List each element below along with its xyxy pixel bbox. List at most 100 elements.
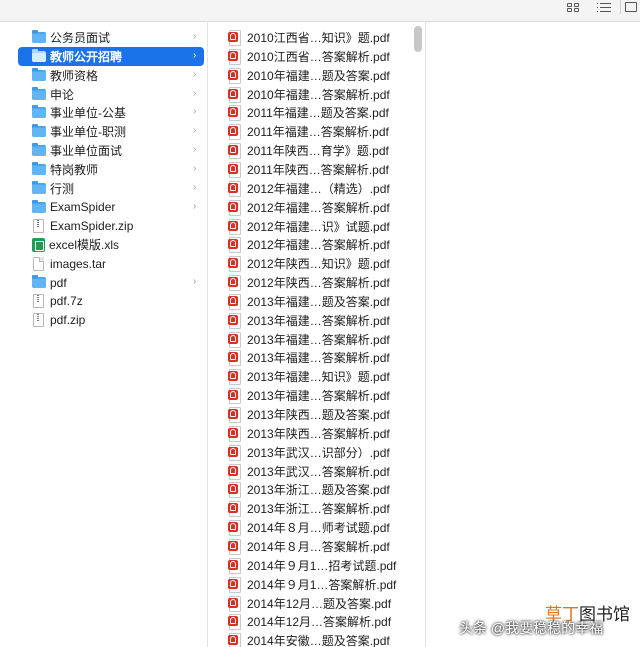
pdf-file-item[interactable]: 2011年福建…答案解析.pdf [228, 122, 418, 141]
pdf-file-item[interactable]: 2013年福建…答案解析.pdf [228, 330, 418, 349]
item-label: ExamSpider.zip [50, 219, 134, 233]
pdf-file-item[interactable]: 2014年９月1…招考试题.pdf [228, 556, 418, 575]
folder-icon [32, 161, 46, 175]
pdf-file-item[interactable]: 2012年陕西…知识》题.pdf [228, 254, 418, 273]
file-item[interactable]: excel模版.xls [18, 235, 204, 254]
archive-icon [33, 313, 44, 328]
chevron-right-icon: › [193, 125, 197, 137]
file-name: 2012年福建…答案解析.pdf [247, 238, 390, 253]
folder-item[interactable]: 申论 › [18, 85, 204, 104]
pdf-file-item[interactable]: 2012年福建…答案解析.pdf [228, 235, 418, 254]
pdf-file-item[interactable]: 2014年８月…答案解析.pdf [228, 537, 418, 556]
item-label: 教师资格 [50, 68, 99, 83]
pdf-file-item[interactable]: 2013年陕西…答案解析.pdf [228, 424, 418, 443]
folder-item[interactable]: 教师公开招聘 › [18, 46, 204, 66]
file-list-scrollbar[interactable] [414, 26, 422, 52]
pdf-icon [228, 388, 241, 405]
pdf-file-item[interactable]: 2013年浙江…题及答案.pdf [228, 480, 418, 499]
folder-item[interactable]: 事业单位-职测 › [18, 122, 204, 141]
pdf-file-item[interactable]: 2014年12月…题及答案.pdf [228, 594, 418, 613]
file-item[interactable]: pdf.7z [18, 292, 204, 311]
folder-item[interactable]: 特岗教师 › [18, 160, 204, 179]
file-name: 2013年福建…题及答案.pdf [247, 294, 390, 309]
folder-item[interactable]: 教师资格 › [18, 66, 204, 85]
pdf-file-item[interactable]: 2013年福建…答案解析.pdf [228, 386, 418, 405]
acrobat-glyph-icon [230, 636, 236, 644]
pdf-file-item[interactable]: 2011年陕西…育学》题.pdf [228, 141, 418, 160]
pdf-file-item[interactable]: 2013年陕西…题及答案.pdf [228, 405, 418, 424]
pdf-icon [228, 105, 241, 122]
pdf-file-item[interactable]: 2013年武汉…识部分）.pdf [228, 443, 418, 462]
file-name: 2013年福建…答案解析.pdf [247, 313, 390, 328]
file-item[interactable]: images.tar [18, 254, 204, 273]
pdf-icon [228, 407, 241, 423]
file-name: 2010江西省…答案解析.pdf [247, 49, 390, 64]
list-view-button[interactable] [593, 0, 615, 14]
pdf-file-item[interactable]: 2012年陕西…答案解析.pdf [228, 273, 418, 292]
file-name: 2014年８月…师考试题.pdf [247, 521, 390, 536]
file-name: 2011年陕西…育学》题.pdf [247, 144, 389, 159]
folder-item[interactable]: 公务员面试 › [18, 28, 204, 47]
item-label: 特岗教师 [50, 162, 99, 177]
pdf-file-item[interactable]: 2014年８月…师考试题.pdf [228, 518, 418, 537]
folder-icon [32, 86, 46, 100]
file-name: 2012年福建…识》试题.pdf [247, 219, 390, 234]
file-list-column[interactable]: 2010江西省…知识》题.pdf 2010江西省…答案解析.pdf 2010年福建…… [218, 22, 426, 647]
acrobat-glyph-icon [230, 617, 236, 625]
file-name: 2010年福建…答案解析.pdf [247, 87, 390, 102]
pdf-file-item[interactable]: 2013年福建…题及答案.pdf [228, 292, 418, 311]
acrobat-glyph-icon [230, 183, 236, 191]
file-item[interactable]: ExamSpider.zip [18, 217, 204, 236]
acrobat-glyph-icon [230, 447, 236, 455]
folder-item[interactable]: ExamSpider › [18, 198, 204, 217]
pdf-file-item[interactable]: 2010江西省…知识》题.pdf [228, 28, 418, 47]
chevron-right-icon: › [193, 49, 197, 61]
pdf-icon [228, 614, 241, 631]
pdf-file-item[interactable]: 2010年福建…答案解析.pdf [228, 85, 418, 104]
item-label: 事业单位-职测 [50, 125, 126, 140]
pdf-file-item[interactable]: 2013年浙江…答案解析.pdf [228, 499, 418, 518]
column-view-button[interactable] [620, 0, 640, 14]
pdf-file-item[interactable]: 2014年９月1…答案解析.pdf [228, 575, 418, 594]
folder-icon [32, 275, 46, 289]
acrobat-glyph-icon [230, 315, 236, 323]
pdf-file-item[interactable]: 2014年12月…答案解析.pdf [228, 612, 418, 631]
folder-item[interactable]: pdf › [18, 273, 204, 292]
pdf-icon [228, 312, 241, 329]
pdf-icon [228, 124, 241, 141]
pdf-file-item[interactable]: 2010江西省…答案解析.pdf [228, 47, 418, 66]
pdf-icon [228, 256, 241, 273]
folder-item[interactable]: 行测 › [18, 179, 204, 198]
pdf-file-item[interactable]: 2014年安徽…题及答案.pdf [228, 631, 418, 647]
parent-folder-column[interactable]: 公务员面试 › 教师公开招聘 › 教师资格 › 申论 › 事业单位-公基 › 事业单位-职测 › 事业单… [10, 22, 208, 647]
pdf-file-item[interactable]: 2010年福建…题及答案.pdf [228, 66, 418, 85]
pdf-icon [228, 538, 241, 555]
pdf-file-item[interactable]: 2013年武汉…答案解析.pdf [228, 462, 418, 481]
chevron-right-icon: › [193, 276, 197, 288]
acrobat-glyph-icon [230, 202, 236, 210]
pdf-file-item[interactable]: 2013年福建…知识》题.pdf [228, 367, 418, 386]
watermark: 草丁图书馆 头条 @我要稳稳的幸福 [455, 600, 640, 647]
acrobat-glyph-icon [230, 164, 236, 172]
pdf-file-item[interactable]: 2013年福建…答案解析.pdf [228, 311, 418, 330]
pdf-file-item[interactable]: 2012年福建…（精选）.pdf [228, 179, 418, 198]
folder-item[interactable]: 事业单位面试 › [18, 141, 204, 160]
pdf-file-item[interactable]: 2013年福建…答案解析.pdf [228, 348, 418, 367]
folder-item[interactable]: 事业单位-公基 › [18, 103, 204, 122]
pdf-icon [228, 576, 241, 593]
file-name: 2011年福建…题及答案.pdf [247, 106, 389, 121]
pdf-file-item[interactable]: 2012年福建…答案解析.pdf [228, 198, 418, 217]
file-item[interactable]: pdf.zip [18, 311, 204, 330]
file-name: 2013年陕西…题及答案.pdf [247, 408, 390, 422]
acrobat-glyph-icon [230, 598, 236, 606]
pdf-file-item[interactable]: 2011年陕西…答案解析.pdf [228, 160, 418, 179]
file-name: 2013年浙江…题及答案.pdf [247, 483, 390, 498]
acrobat-glyph-icon [230, 391, 236, 399]
pdf-file-item[interactable]: 2011年福建…题及答案.pdf [228, 103, 418, 122]
acrobat-glyph-icon [230, 127, 236, 135]
icon-view-button[interactable] [562, 0, 584, 14]
folder-icon [32, 124, 46, 138]
pdf-file-item[interactable]: 2012年福建…识》试题.pdf [228, 217, 418, 236]
file-name: 2013年福建…答案解析.pdf [247, 351, 390, 366]
pdf-icon [228, 143, 241, 160]
